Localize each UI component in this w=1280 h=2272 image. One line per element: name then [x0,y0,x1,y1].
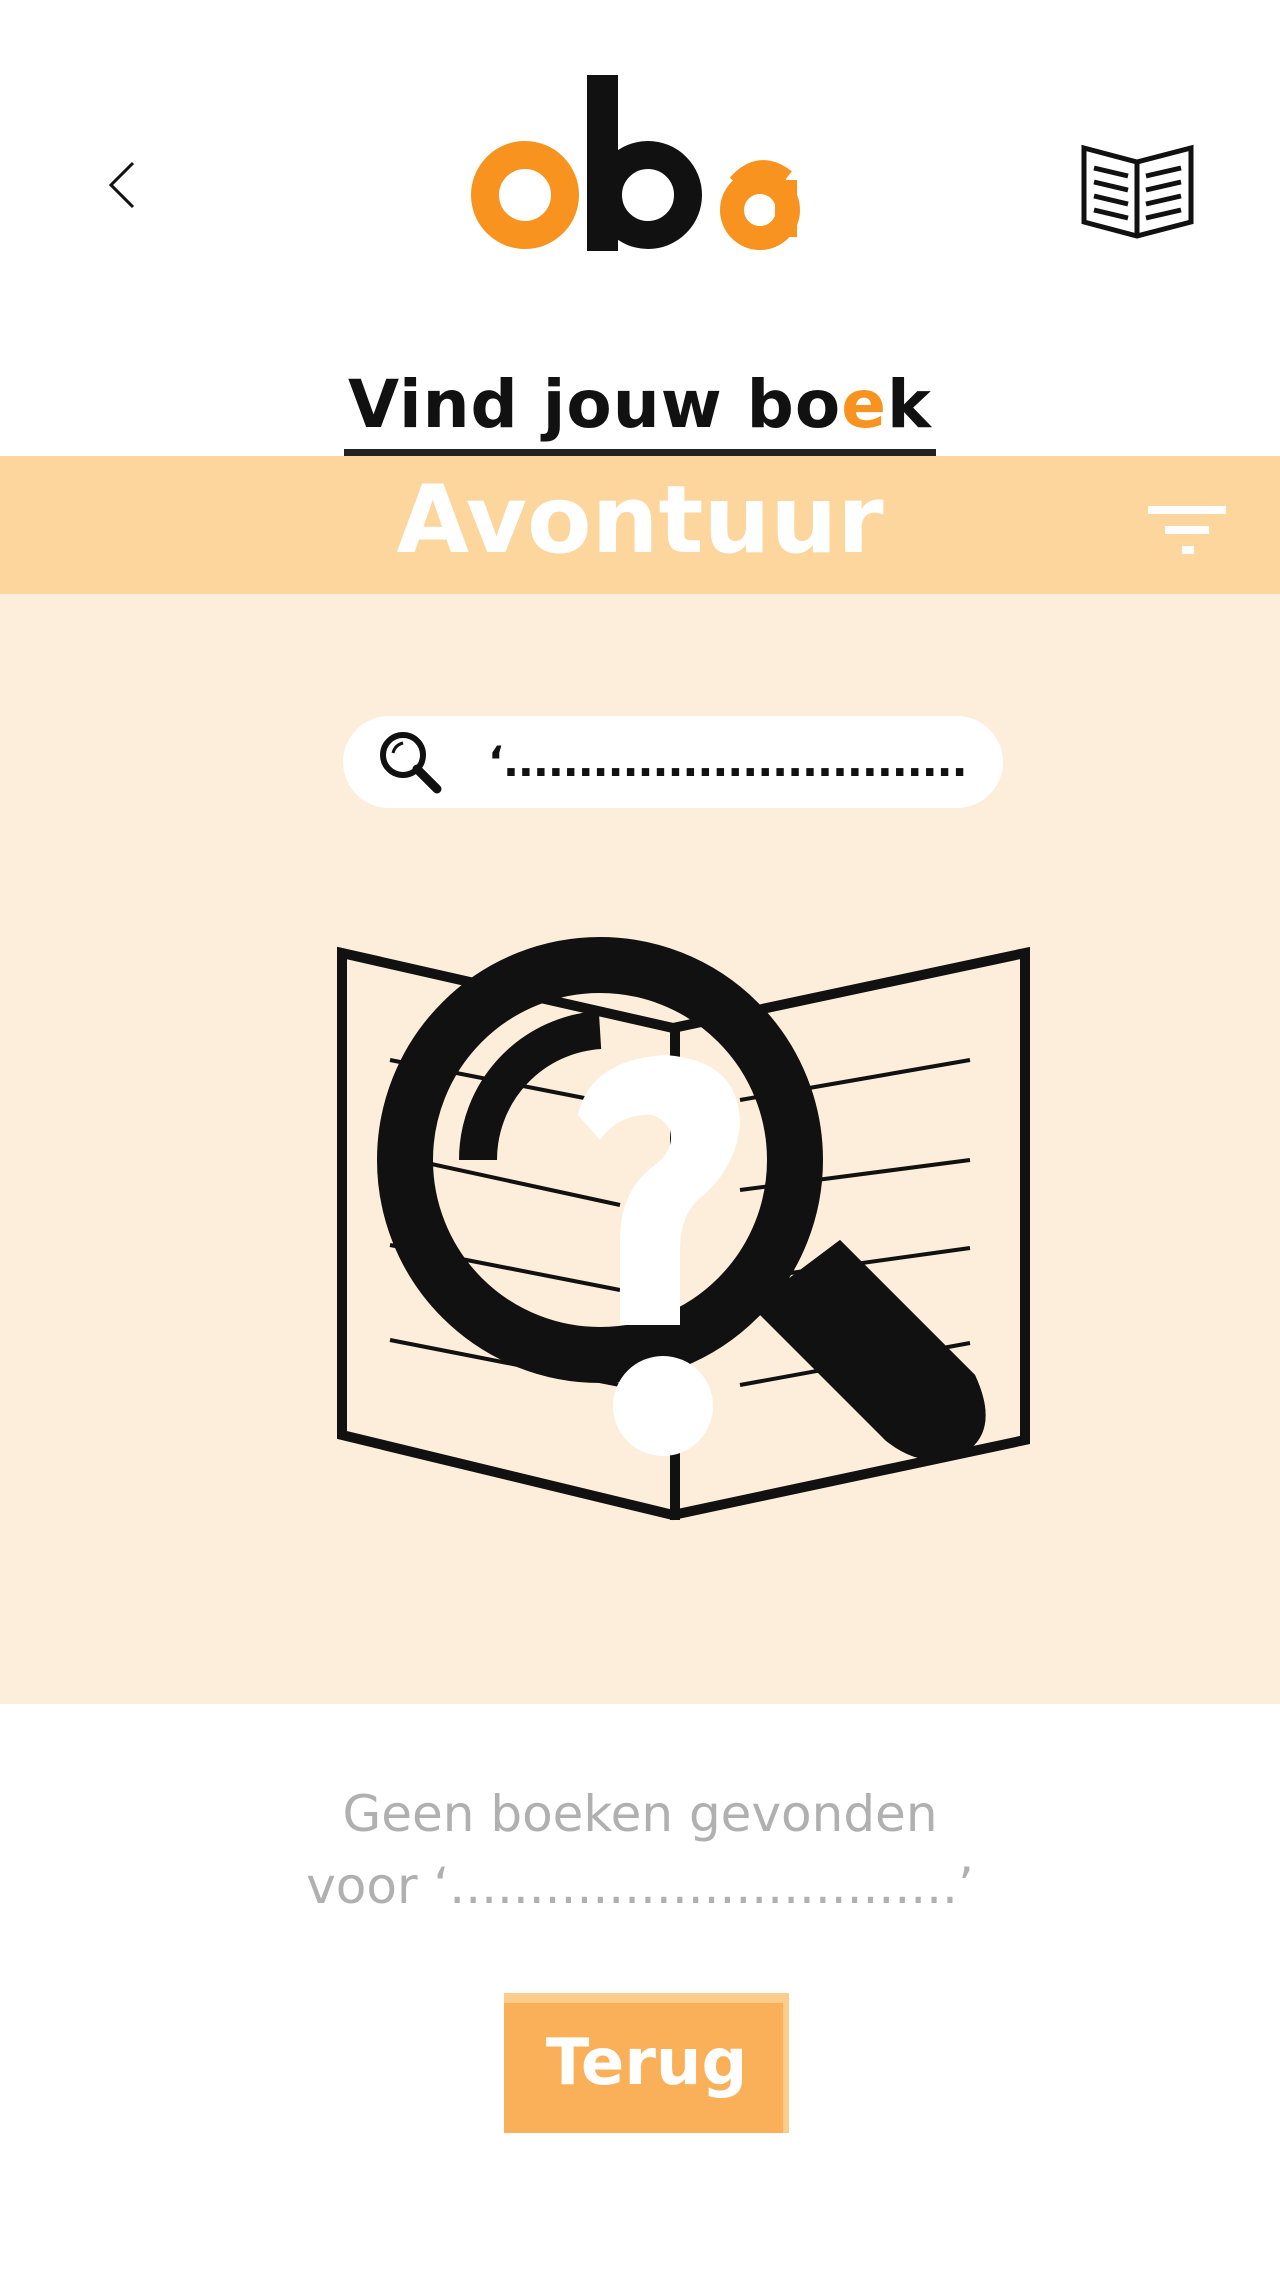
no-results-line-2: voor ‘................................’ [306,1857,974,1915]
oba-logo [470,60,820,260]
book-magnifier-question-icon [330,920,1040,1540]
search-icon [375,727,447,799]
no-results-message: Geen boeken gevonden voor ‘.............… [240,1778,1040,1922]
chevron-left-icon [108,161,135,209]
title-part-2: k [887,366,932,443]
back-button-label: Terug [545,2026,748,2100]
back-arrow-button[interactable] [95,155,155,215]
filter-button[interactable] [1140,496,1230,566]
filter-icon [1148,506,1226,554]
title-accent-letter: e [841,366,888,443]
category-bar: Avontuur [0,456,1280,594]
search-query-text: ‘.................................’ [488,737,968,786]
category-label: Avontuur [396,466,884,575]
reader-button[interactable] [1080,140,1195,240]
no-results-line-1: Geen boeken gevonden [342,1785,938,1843]
title-part-1: Vind jouw bo [348,366,842,443]
back-button[interactable]: Terug [504,1993,789,2133]
app-header [0,0,1280,360]
page-title: Vind jouw boek [344,365,936,458]
page-title-wrap: Vind jouw boek [0,365,1280,458]
open-book-icon [1081,144,1194,239]
